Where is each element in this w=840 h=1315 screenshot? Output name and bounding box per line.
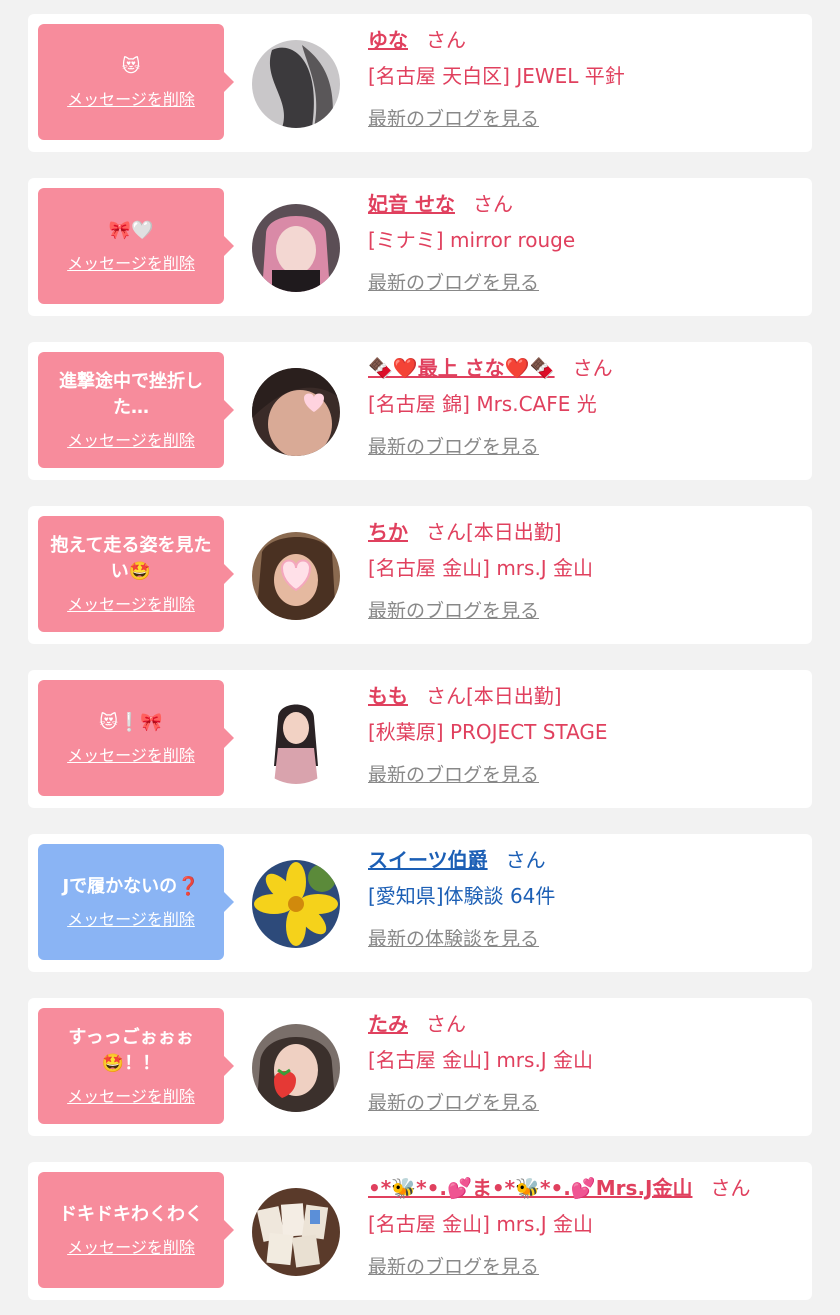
honorific: さん xyxy=(426,28,466,52)
shop-label: [名古屋 錦] Mrs.CAFE 光 xyxy=(368,392,597,416)
avatar[interactable] xyxy=(252,532,340,620)
message-bubble: 🎀🤍 メッセージを削除 xyxy=(38,188,234,304)
latest-blog-link[interactable]: 最新のブログを見る xyxy=(368,1254,539,1280)
delete-message-link[interactable]: メッセージを削除 xyxy=(67,86,195,110)
message-card: 🎀🤍 メッセージを削除 妃音 せな さん [ミナミ] mirror rouge 最… xyxy=(28,178,812,316)
latest-blog-link[interactable]: 最新のブログを見る xyxy=(368,598,539,624)
message-bubble: 😻 メッセージを削除 xyxy=(38,24,234,140)
cast-name-link[interactable]: •*🐝*•.💕ま•*🐝*•.💕Mrs.J金山 xyxy=(368,1176,692,1200)
message-bubble: 進撃途中で挫折した… メッセージを削除 xyxy=(38,352,234,468)
avatar[interactable] xyxy=(252,1024,340,1112)
message-card: すっっごぉぉぉ🤩！！ メッセージを削除 たみ さん [名古屋 金山] mrs.J … xyxy=(28,998,812,1136)
message-text: 😻❕🎀 xyxy=(99,712,163,733)
message-bubble: 抱えて走る姿を見たい🤩 メッセージを削除 xyxy=(38,516,234,632)
message-text: Jで履かないの❓ xyxy=(62,876,200,897)
shop-label: [名古屋 金山] mrs.J 金山 xyxy=(368,1048,594,1072)
delete-message-link[interactable]: メッセージを削除 xyxy=(67,906,195,930)
delete-message-link[interactable]: メッセージを削除 xyxy=(67,250,195,274)
review-count-label: [愛知県]体験談 64件 xyxy=(368,884,556,908)
cast-name-link[interactable]: ゆな xyxy=(368,28,408,52)
message-card: 抱えて走る姿を見たい🤩 メッセージを削除 ちか さん[本日出勤] [名古屋 金山]… xyxy=(28,506,812,644)
message-text: 抱えて走る姿を見たい🤩 xyxy=(50,535,212,582)
message-card: 😻❕🎀 メッセージを削除 もも さん[本日出勤] [秋葉原] PROJECT ST… xyxy=(28,670,812,808)
cast-name-link[interactable]: 🍫❤️最上 さな❤️🍫 xyxy=(368,356,555,380)
avatar[interactable] xyxy=(252,860,340,948)
latest-blog-link[interactable]: 最新のブログを見る xyxy=(368,434,539,460)
message-text: 🎀🤍 xyxy=(108,220,154,241)
delete-message-link[interactable]: メッセージを削除 xyxy=(67,591,195,615)
message-bubble: Jで履かないの❓ メッセージを削除 xyxy=(38,844,234,960)
cast-name-link[interactable]: もも xyxy=(368,684,408,708)
honorific: さん[本日出勤] xyxy=(426,520,562,544)
message-list: 😻 メッセージを削除 ゆな さん [名古屋 天白区] JEWEL 平針 最新のブロ… xyxy=(0,0,840,1315)
delete-message-link[interactable]: メッセージを削除 xyxy=(67,742,195,766)
shop-label: [名古屋 金山] mrs.J 金山 xyxy=(368,556,594,580)
avatar[interactable] xyxy=(252,1188,340,1276)
shop-label: [ミナミ] mirror rouge xyxy=(368,228,576,252)
latest-blog-link[interactable]: 最新のブログを見る xyxy=(368,1090,539,1116)
delete-message-link[interactable]: メッセージを削除 xyxy=(67,1083,195,1107)
message-bubble: すっっごぉぉぉ🤩！！ メッセージを削除 xyxy=(38,1008,234,1124)
reviewer-name-link[interactable]: スイーツ伯爵 xyxy=(368,848,488,872)
message-text: ドキドキわくわく xyxy=(59,1204,203,1225)
honorific: さん xyxy=(572,356,613,380)
latest-blog-link[interactable]: 最新のブログを見る xyxy=(368,106,539,132)
avatar[interactable] xyxy=(252,204,340,292)
honorific: さん xyxy=(505,848,546,872)
delete-message-link[interactable]: メッセージを削除 xyxy=(67,427,195,451)
message-card: 😻 メッセージを削除 ゆな さん [名古屋 天白区] JEWEL 平針 最新のブロ… xyxy=(28,14,812,152)
message-bubble: ドキドキわくわく メッセージを削除 xyxy=(38,1172,234,1288)
message-text: 進撃途中で挫折した… xyxy=(59,371,203,418)
message-card: ドキドキわくわく メッセージを削除 •*🐝*•.💕ま•*🐝*•.💕Mrs.J金山… xyxy=(28,1162,812,1300)
cast-name-link[interactable]: ちか xyxy=(368,520,408,544)
shop-label: [名古屋 金山] mrs.J 金山 xyxy=(368,1212,594,1236)
avatar[interactable] xyxy=(252,696,340,784)
message-text: 😻 xyxy=(121,56,141,77)
delete-message-link[interactable]: メッセージを削除 xyxy=(67,1234,195,1258)
honorific: さん xyxy=(426,1012,466,1036)
message-text: すっっごぉぉぉ🤩！！ xyxy=(68,1027,194,1074)
avatar[interactable] xyxy=(252,368,340,456)
honorific: さん xyxy=(472,192,513,216)
cast-name-link[interactable]: 妃音 せな xyxy=(368,192,455,216)
shop-label: [秋葉原] PROJECT STAGE xyxy=(368,720,608,744)
latest-blog-link[interactable]: 最新のブログを見る xyxy=(368,270,539,296)
shop-label: [名古屋 天白区] JEWEL 平針 xyxy=(368,64,625,88)
message-bubble: 😻❕🎀 メッセージを削除 xyxy=(38,680,234,796)
cast-name-link[interactable]: たみ xyxy=(368,1012,408,1036)
latest-blog-link[interactable]: 最新のブログを見る xyxy=(368,762,539,788)
message-card: 進撃途中で挫折した… メッセージを削除 🍫❤️最上 さな❤️🍫 さん [名古屋 錦… xyxy=(28,342,812,480)
honorific: さん xyxy=(710,1176,751,1200)
avatar[interactable] xyxy=(252,40,340,128)
message-card: Jで履かないの❓ メッセージを削除 スイーツ伯爵 さん [愛知県]体験談 64件… xyxy=(28,834,812,972)
latest-review-link[interactable]: 最新の体験談を見る xyxy=(368,926,539,952)
honorific: さん[本日出勤] xyxy=(426,684,562,708)
